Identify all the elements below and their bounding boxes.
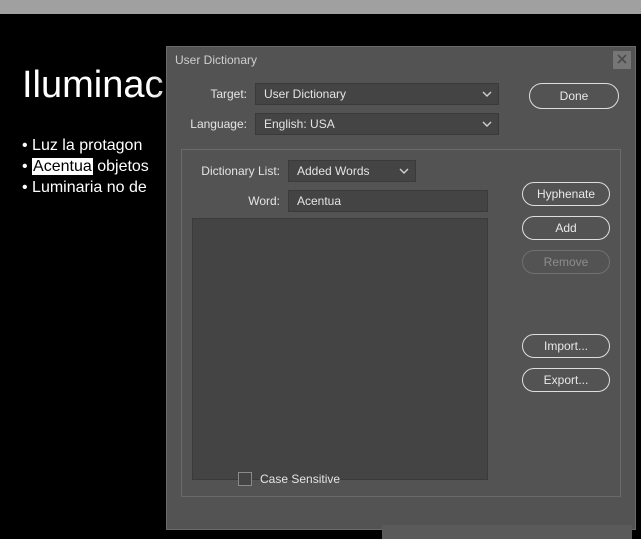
remove-button: Remove xyxy=(522,250,610,274)
add-label: Add xyxy=(555,221,576,235)
import-button[interactable]: Import... xyxy=(522,334,610,358)
target-select[interactable]: User Dictionary xyxy=(255,83,499,105)
side-buttons: Hyphenate Add Remove Import... Export... xyxy=(522,182,610,392)
target-value: User Dictionary xyxy=(264,87,346,101)
bullet-text: • Luz la protagon xyxy=(22,137,142,154)
case-sensitive-checkbox[interactable] xyxy=(238,472,252,486)
bottom-strip xyxy=(382,525,632,539)
dialog-body: Target: User Dictionary Language: Englis… xyxy=(167,73,635,511)
hyphenate-label: Hyphenate xyxy=(537,187,595,201)
chevron-down-icon xyxy=(399,168,409,174)
done-label: Done xyxy=(560,89,589,103)
dictionary-list-label: Dictionary List: xyxy=(192,164,288,178)
close-button[interactable] xyxy=(613,51,631,69)
export-button[interactable]: Export... xyxy=(522,368,610,392)
highlighted-word: Acentua xyxy=(32,158,93,175)
bullet-text: • xyxy=(22,158,32,175)
target-label: Target: xyxy=(181,87,255,101)
remove-label: Remove xyxy=(544,255,589,269)
dialog-title: User Dictionary xyxy=(175,53,257,67)
bullet-text: • Luminaria no de xyxy=(22,179,147,196)
language-value: English: USA xyxy=(264,117,335,131)
chevron-down-icon xyxy=(482,91,492,97)
dictionary-panel: Dictionary List: Added Words Word: Hyphe… xyxy=(181,149,621,497)
close-icon xyxy=(617,47,627,73)
bullet-text: objetos xyxy=(93,158,149,175)
add-button[interactable]: Add xyxy=(522,216,610,240)
case-sensitive-label: Case Sensitive xyxy=(260,472,340,486)
dictionary-list-value: Added Words xyxy=(297,164,370,178)
user-dictionary-dialog: User Dictionary Target: User Dictionary xyxy=(166,46,636,530)
word-label: Word: xyxy=(192,194,288,208)
language-label: Language: xyxy=(181,117,255,131)
word-input[interactable] xyxy=(288,190,488,212)
done-button[interactable]: Done xyxy=(529,83,619,109)
word-listbox[interactable] xyxy=(192,218,488,480)
hyphenate-button[interactable]: Hyphenate xyxy=(522,182,610,206)
dictionary-list-select[interactable]: Added Words xyxy=(288,160,416,182)
dialog-titlebar[interactable]: User Dictionary xyxy=(167,47,635,73)
case-sensitive-row: Case Sensitive xyxy=(238,472,340,486)
app-topbar xyxy=(0,0,641,14)
language-select[interactable]: English: USA xyxy=(255,113,499,135)
export-label: Export... xyxy=(544,373,589,387)
import-label: Import... xyxy=(544,339,588,353)
chevron-down-icon xyxy=(482,121,492,127)
